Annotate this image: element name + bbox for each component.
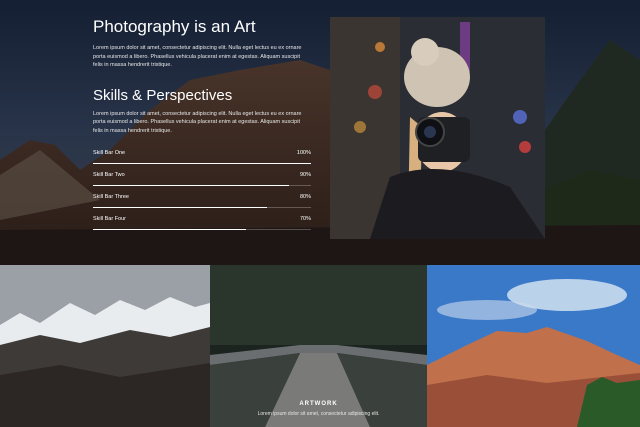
photographer-image — [330, 17, 545, 239]
skill-bar-percent: 90% — [299, 172, 311, 178]
skill-bar-fill — [93, 207, 268, 208]
skill-bar: Skill Bar Four 70% — [93, 210, 311, 232]
gallery-image-mountains[interactable] — [0, 265, 210, 427]
skills-title: Skills & Perspectives — [93, 86, 233, 104]
gallery-overlay-text: Lorem ipsum dolor sit amet, consectetur … — [257, 411, 380, 417]
gallery-image-bridge[interactable]: ARTWORK Lorem ipsum dolor sit amet, cons… — [210, 265, 427, 427]
about-text: Lorem ipsum dolor sit amet, consectetur … — [93, 45, 302, 68]
skill-bar-track — [93, 185, 311, 186]
skill-bar: Skill Bar Three 80% — [93, 188, 311, 210]
skill-bar-label: Skill Bar Three — [93, 194, 129, 200]
gallery-overlay-title: ARTWORK — [299, 401, 338, 407]
skill-bar-track — [93, 229, 311, 230]
gallery-overlay: ARTWORK Lorem ipsum dolor sit amet, cons… — [210, 401, 427, 417]
skill-bar-label: Skill Bar One — [93, 150, 126, 156]
about-title: Photography is an Art — [93, 17, 256, 36]
skills-text: Lorem ipsum dolor sit amet, consectetur … — [93, 110, 302, 134]
about-content: Photography is an Art Lorem ipsum dolor … — [93, 16, 311, 232]
hero-section: Photography is an Art Lorem ipsum dolor … — [0, 0, 640, 265]
skill-bar-track — [93, 163, 311, 164]
skill-bar-percent: 70% — [299, 216, 311, 222]
skill-bar-fill — [93, 163, 311, 164]
skill-bar-label: Skill Bar Two — [93, 172, 125, 178]
skill-bar-percent: 100% — [296, 150, 311, 156]
skill-bar-track — [93, 207, 311, 208]
skill-bar-percent: 80% — [299, 194, 311, 200]
skill-bar-fill — [93, 185, 290, 186]
gallery-image-canyon[interactable] — [427, 265, 640, 427]
skill-bar-label: Skill Bar Four — [93, 216, 127, 222]
skill-bar: Skill Bar One 100% — [93, 144, 311, 166]
skill-bar-fill — [93, 229, 246, 230]
skill-bar: Skill Bar Two 90% — [93, 166, 311, 188]
